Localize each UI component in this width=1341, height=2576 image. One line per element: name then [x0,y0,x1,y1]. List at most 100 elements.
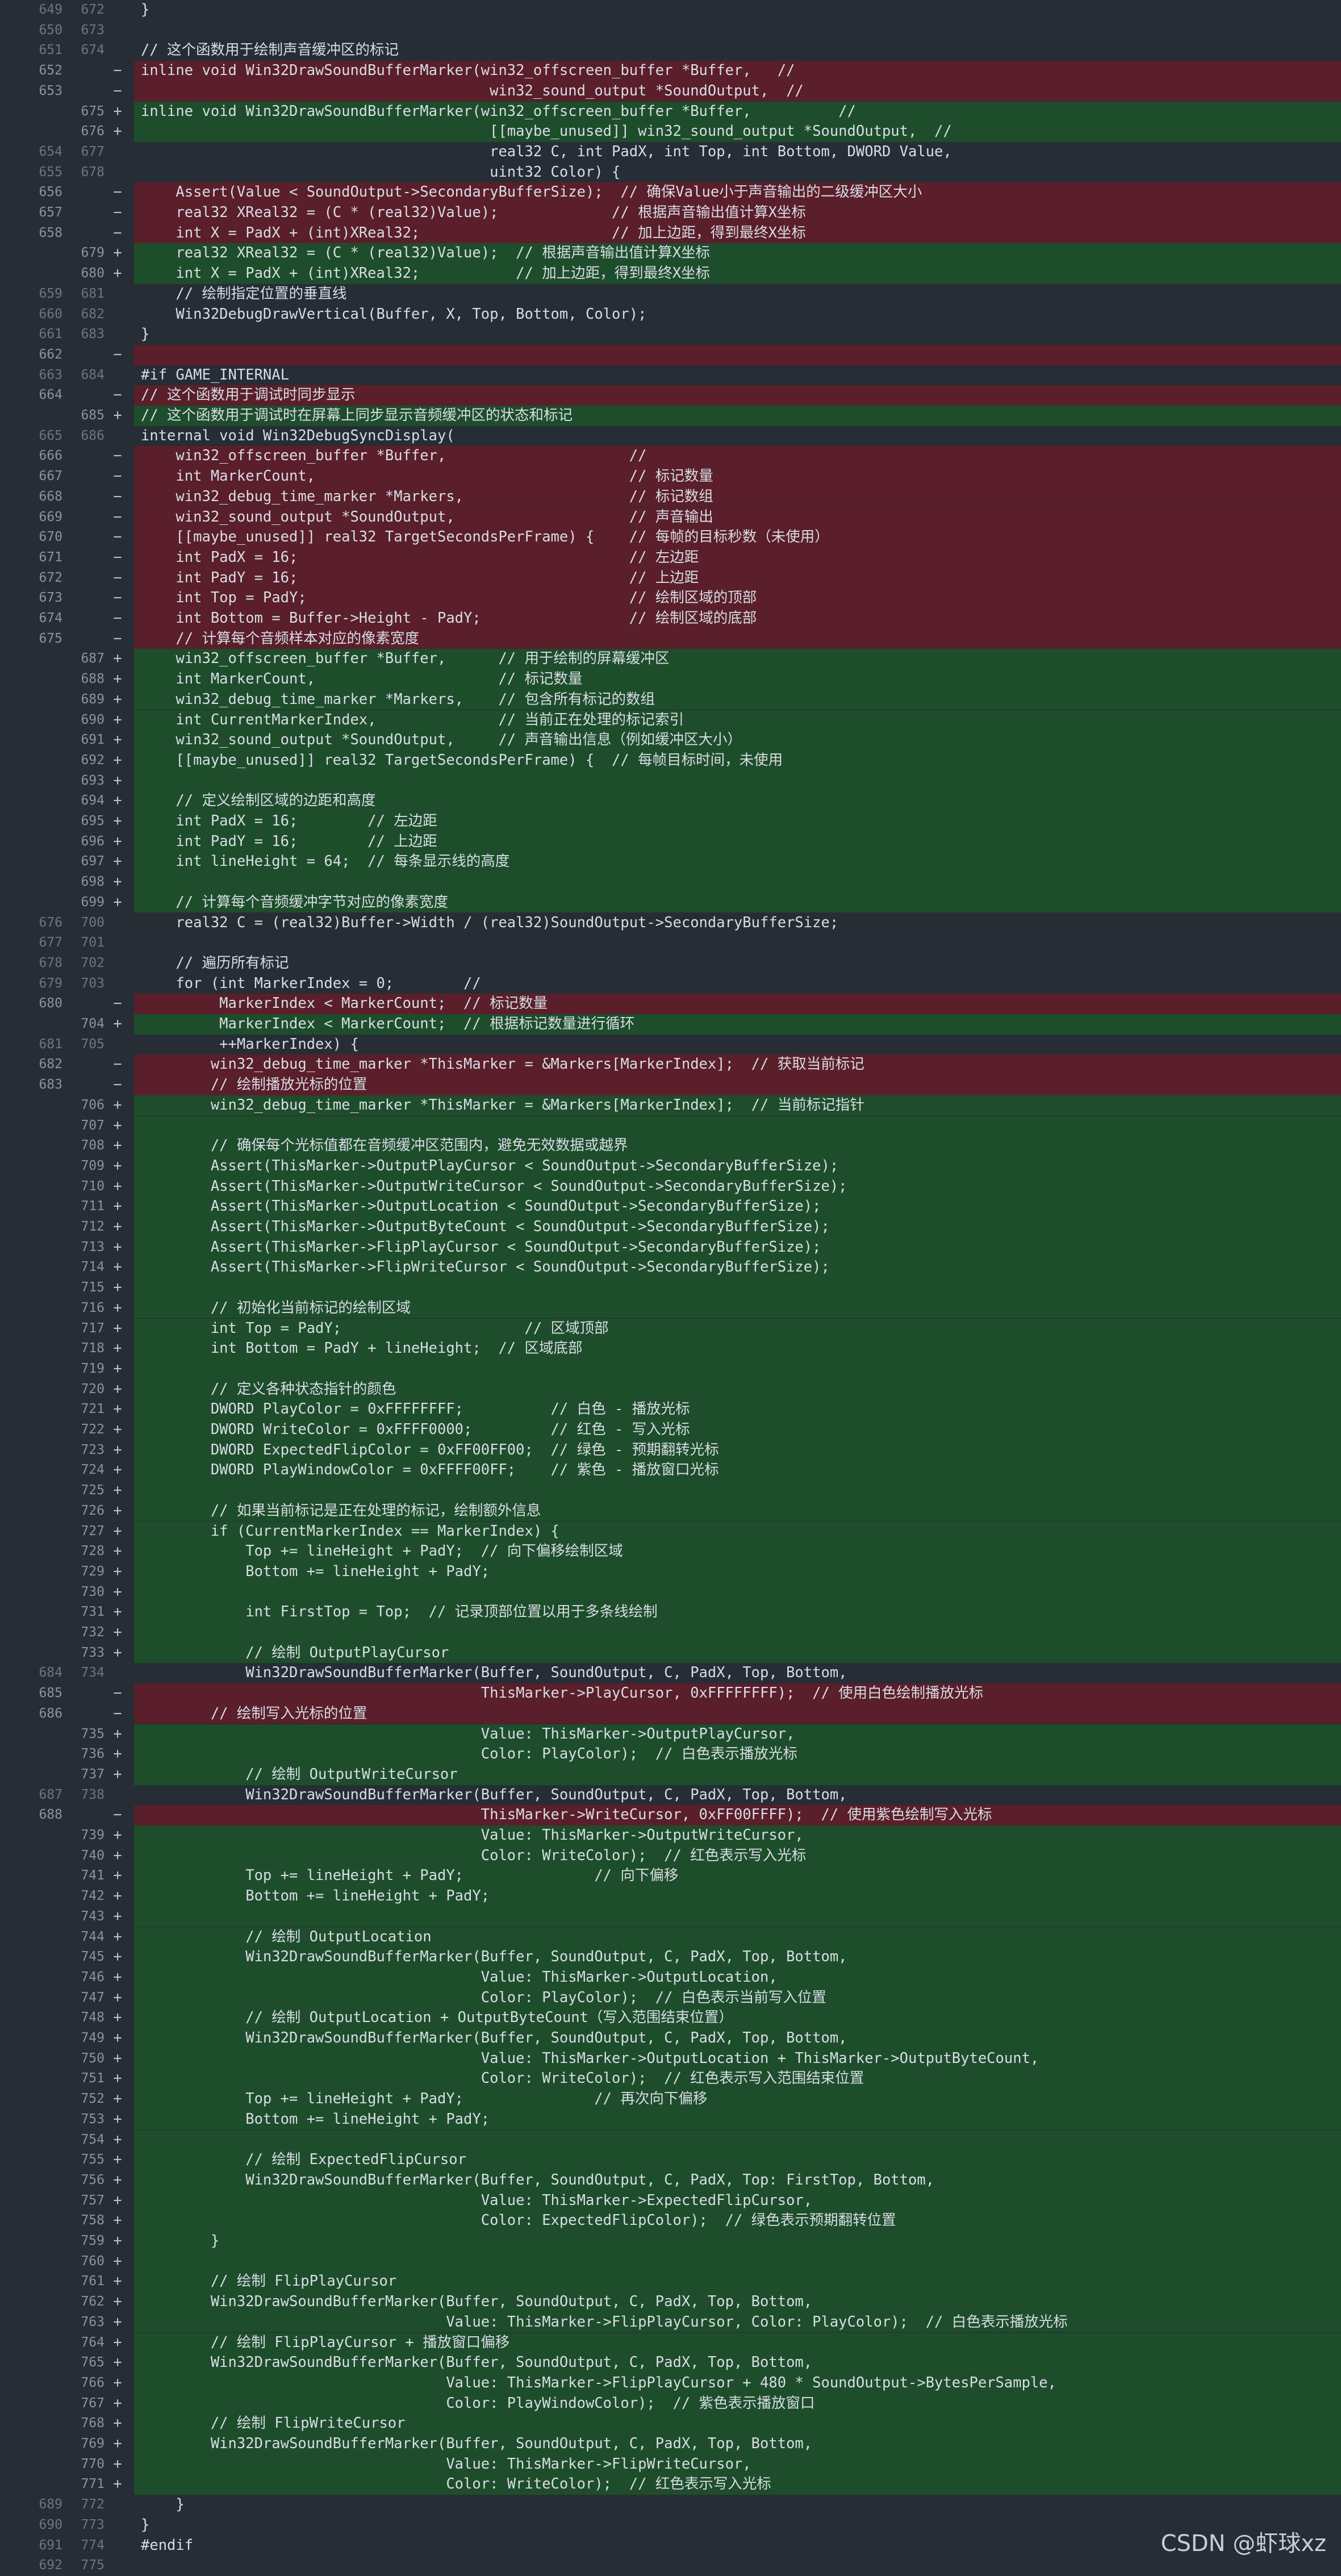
code-text: ++MarkerIndex) { [141,1035,359,1053]
diff-line: 652 − inline void Win32DrawSoundBufferMark… [0,61,1341,81]
new-line-number: 755 [81,2152,105,2167]
diff-line: 660 682 Win32DebugDrawVertical(Buffer, X,… [0,305,1341,325]
removed-marker: − [113,1806,122,1824]
new-line-number: 693 [81,773,105,788]
old-line-number: 662 [39,347,62,362]
code-text: internal void Win32DebugSyncDisplay( [141,427,455,444]
new-line-number: 696 [81,833,105,849]
code-text: uint32 Color) { [141,163,621,181]
code-text: Bottom += lineHeight + PadY; [141,1562,490,1580]
code-text: Assert(ThisMarker->OutputByteCount < Sou… [141,1218,830,1235]
new-line-number: 770 [81,2456,105,2471]
code-text: Color: PlayWindowColor); // 紫色表示播放窗口 [141,2394,815,2412]
new-line-number: 703 [81,976,105,991]
new-line-number: 676 [81,124,105,139]
old-line-number: 674 [39,611,62,626]
new-line-number: 704 [81,1016,105,1031]
old-line-number: 692 [39,2558,62,2573]
added-marker: + [113,2475,122,2493]
code-text: win32_sound_output *SoundOutput, // 声音输出 [141,508,713,526]
diff-line: 664 − // 这个函数用于调试时同步显示 [0,385,1341,406]
diff-line: 723 + DWORD ExpectedFlipColor = 0xFF00FF0… [0,1440,1341,1461]
added-marker: + [113,1015,122,1032]
diff-line: 752 + Top += lineHeight + PadY; // 再次向下偏移 [0,2089,1341,2110]
diff-line: 662 − [0,344,1341,365]
old-line-number: 683 [39,1077,62,1093]
added-marker: + [113,1867,122,1885]
added-marker: + [113,1177,122,1195]
removed-marker: − [113,1076,122,1094]
diff-line: 737 + // 绘制 OutputWriteCursor [0,1764,1341,1785]
diff-line: 764 + // 绘制 FlipPlayCursor + 播放窗口偏移 [0,2332,1341,2353]
diff-line: 745 + Win32DrawSoundBufferMarker(Buffer, … [0,1947,1341,1968]
new-line-number: 724 [81,1462,105,1478]
code-text: // 绘制 FlipPlayCursor + 播放窗口偏移 [141,2333,510,2351]
diff-line: 687 738 Win32DrawSoundBufferMarker(Buffer… [0,1785,1341,1806]
code-text: Win32DrawSoundBufferMarker(Buffer, Sound… [141,2354,813,2371]
new-line-number: 734 [81,1665,105,1681]
old-line-number: 675 [39,631,62,646]
new-line-number: 740 [81,1848,105,1863]
diff-line: 742 + Bottom += lineHeight + PadY; [0,1886,1341,1907]
added-marker: + [113,1644,122,1661]
new-line-number: 753 [81,2111,105,2127]
added-marker: + [113,2273,122,2290]
added-marker: + [113,2313,122,2331]
new-line-number: 748 [81,2010,105,2025]
diff-line: 693 + [0,770,1341,791]
removed-marker: − [113,82,122,99]
code-text: real32 C = (real32)Buffer->Width / (real… [141,914,839,931]
diff-line: 658 − int X = PadX + (int)XReal32; // 加上边… [0,223,1341,244]
code-text: Win32DrawSoundBufferMarker(Buffer, Sound… [141,2293,813,2311]
added-marker: + [113,1279,122,1297]
new-line-number: 752 [81,2091,105,2107]
code-text: } [141,1,150,18]
diff-line: 667 − int MarkerCount, // 标记数量 [0,466,1341,487]
new-line-number: 672 [81,2,105,17]
new-line-number: 758 [81,2213,105,2228]
code-text: // 计算每个音频样本对应的像素宽度 [141,630,419,647]
diff-line: 735 + Value: ThisMarker->OutputPlayCursor… [0,1724,1341,1745]
added-marker: + [113,690,122,708]
new-line-number: 683 [81,327,105,342]
diff-line: 727 + if (CurrentMarkerIndex == MarkerInd… [0,1521,1341,1542]
code-text: Top += lineHeight + PadY; // 向下偏移绘制区域 [141,1543,623,1560]
diff-line: 666 − win32_offscreen_buffer *Buffer, // [0,446,1341,467]
diff-line: 713 + Assert(ThisMarker->FlipPlayCursor <… [0,1237,1341,1258]
removed-marker: − [113,184,122,201]
code-text: int X = PadX + (int)XReal32; // 加上边距，得到最… [141,224,806,241]
code-text: Color: WriteColor); // 红色表示写入光标 [141,1846,807,1864]
removed-marker: − [113,224,122,241]
new-line-number: 729 [81,1564,105,1579]
new-line-number: 774 [81,2537,105,2553]
diff-line: 736 + Color: PlayColor); // 白色表示播放光标 [0,1744,1341,1765]
diff-line: 759 + } [0,2231,1341,2252]
diff-line: 729 + Bottom += lineHeight + PadY; [0,1561,1341,1582]
old-line-number: 690 [39,2517,62,2532]
new-line-number: 722 [81,1422,105,1437]
old-line-number: 654 [39,144,62,159]
diff-line: 722 + DWORD WriteColor = 0xFFFF0000; // 红… [0,1420,1341,1440]
diff-line: 663 684 #if GAME_INTERNAL [0,365,1341,386]
diff-line: 679 703 for (int MarkerIndex = 0; // [0,974,1341,994]
code-text: // 定义绘制区域的边距和高度 [141,792,376,810]
added-marker: + [113,1827,122,1844]
added-marker: + [113,2151,122,2169]
added-marker: + [113,1238,122,1256]
diff-line: 688 + int MarkerCount, // 标记数量 [0,669,1341,690]
diff-line: 675 − // 计算每个音频样本对应的像素宽度 [0,628,1341,649]
code-text: Bottom += lineHeight + PadY; [141,1887,490,1905]
code-text: // 绘制指定位置的垂直线 [141,285,347,302]
code-text: real32 C, int PadX, int Top, int Bottom,… [141,143,952,160]
diff-line: 739 + Value: ThisMarker->OutputWriteCurso… [0,1825,1341,1846]
diff-line: 695 + int PadX = 16; // 左边距 [0,811,1341,832]
new-line-number: 761 [81,2274,105,2289]
code-text: DWORD PlayWindowColor = 0xFFFF00FF; // 紫… [141,1461,719,1479]
added-marker: + [113,1218,122,1235]
diff-line: 692 775 [0,2556,1341,2576]
diff-line: 677 701 [0,933,1341,953]
diff-line: 668 − win32_debug_time_marker *Markers, /… [0,486,1341,507]
new-line-number: 754 [81,2132,105,2147]
removed-marker: − [113,569,122,586]
added-marker: + [113,1907,122,1925]
